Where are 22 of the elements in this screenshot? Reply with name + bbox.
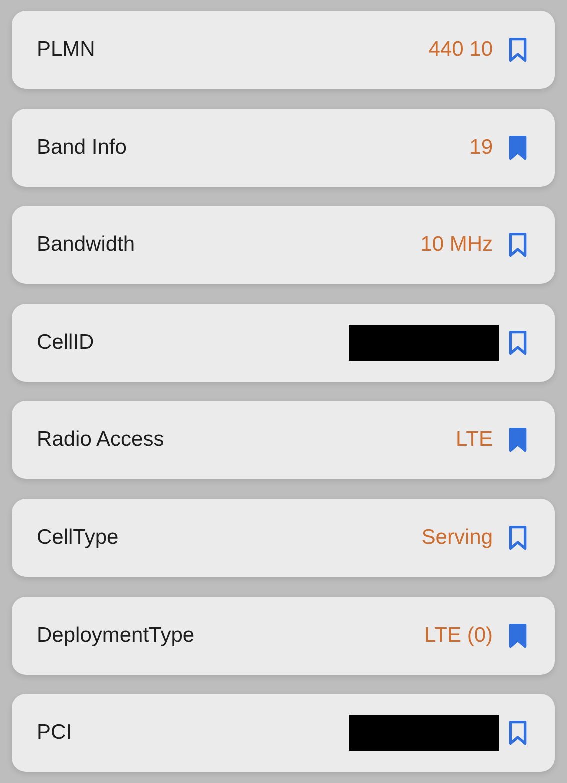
bookmark-icon[interactable] <box>509 720 527 746</box>
bookmark-icon[interactable] <box>509 232 527 258</box>
row-value: LTE <box>456 428 493 452</box>
bookmark-icon[interactable] <box>509 37 527 63</box>
row-label: CellID <box>37 330 96 355</box>
bookmark-icon[interactable] <box>509 524 527 551</box>
bookmark-icon[interactable] <box>509 622 527 649</box>
row-label: Bandwidth <box>37 233 136 258</box>
row-label: PCI <box>37 721 74 746</box>
row-label: DeploymentType <box>37 624 196 648</box>
bookmark-icon[interactable] <box>509 330 527 356</box>
bookmark-icon[interactable] <box>509 134 527 161</box>
row-label: Radio Access <box>37 428 166 452</box>
row-label: CellType <box>37 526 120 550</box>
row-value: 10 MHz <box>420 233 493 258</box>
bookmark-icon[interactable] <box>509 427 527 454</box>
row-value: 440 10 <box>428 38 493 62</box>
row-value: LTE (0) <box>424 624 493 648</box>
row-label: PLMN <box>37 38 96 62</box>
row-value: 19 <box>470 136 493 160</box>
row-label: Band Info <box>37 136 128 160</box>
row-value: Serving <box>422 526 493 550</box>
